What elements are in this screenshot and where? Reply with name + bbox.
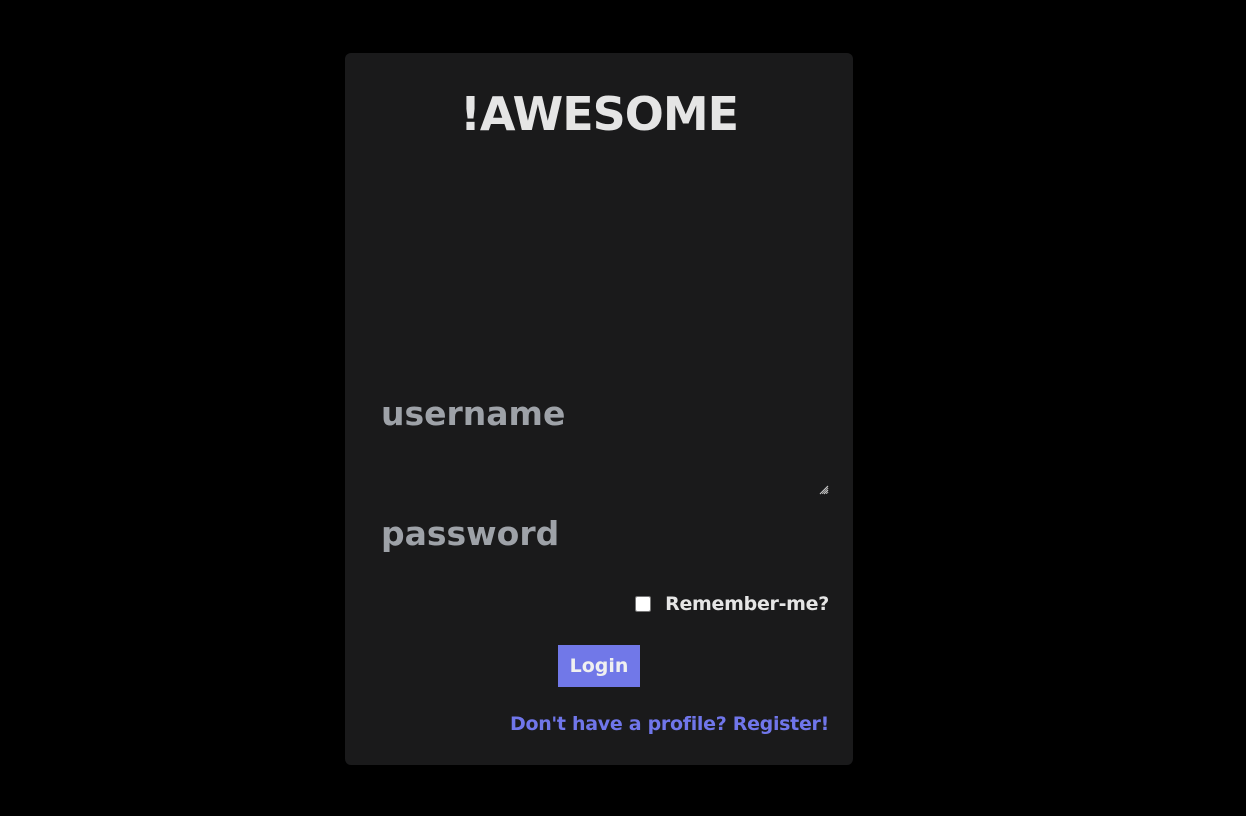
remember-me-row: Remember-me?	[635, 593, 829, 615]
register-link[interactable]: Don't have a profile? Register!	[510, 713, 829, 735]
login-card: !AWESOME Remember-me? Login Don't have a…	[345, 53, 853, 765]
app-title: !AWESOME	[459, 87, 739, 141]
remember-me-checkbox[interactable]	[635, 596, 652, 612]
password-input[interactable]	[381, 511, 829, 557]
remember-me-label[interactable]: Remember-me?	[665, 593, 829, 615]
username-input[interactable]	[381, 391, 829, 495]
login-button[interactable]: Login	[558, 645, 640, 687]
